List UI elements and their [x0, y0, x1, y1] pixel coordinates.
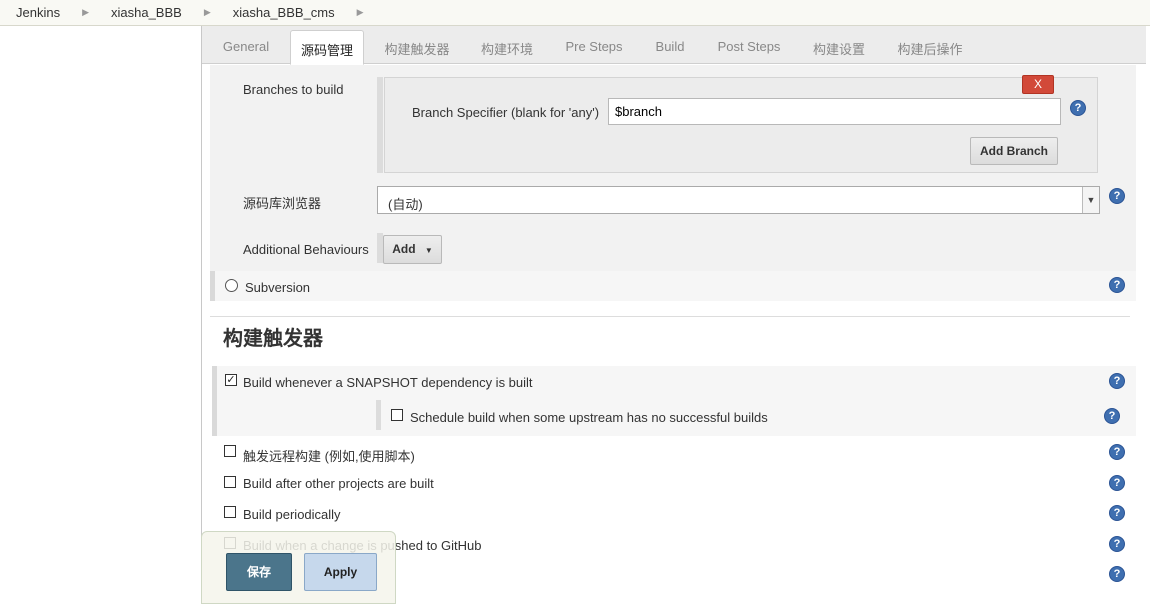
row-indicator [210, 271, 215, 301]
add-branch-button[interactable]: Add Branch [970, 137, 1058, 165]
apply-button[interactable]: Apply [304, 553, 377, 591]
tab-post-steps[interactable]: Post Steps [708, 30, 790, 64]
help-icon[interactable]: ? [1109, 505, 1125, 521]
repo-browser-value: (自动) [388, 197, 423, 212]
breadcrumb-job[interactable]: xiasha_BBB_cms [233, 5, 335, 20]
help-icon[interactable]: ? [1109, 536, 1125, 552]
divider [210, 316, 1130, 317]
bottom-sticker: 保存 Apply [201, 531, 396, 604]
periodic-label: Build periodically [243, 507, 341, 522]
subversion-row [210, 271, 1136, 301]
additional-behaviours-label: Additional Behaviours [243, 242, 369, 257]
tab-general[interactable]: General [210, 30, 282, 64]
branch-specifier-label: Branch Specifier (blank for 'any') [412, 105, 600, 120]
delete-branch-button[interactable]: X [1022, 75, 1054, 94]
tab-scm[interactable]: 源码管理 [290, 30, 364, 65]
tab-pre-steps[interactable]: Pre Steps [556, 30, 632, 64]
periodic-checkbox[interactable] [224, 506, 236, 518]
branches-label: Branches to build [243, 82, 344, 97]
save-button[interactable]: 保存 [226, 553, 292, 591]
remote-trigger-label: 触发远程构建 (例如,使用脚本) [243, 449, 415, 464]
help-icon[interactable]: ? [1109, 277, 1125, 293]
breadcrumb-jenkins[interactable]: Jenkins [16, 5, 60, 20]
tab-triggers[interactable]: 构建触发器 [374, 30, 460, 64]
tab-environment[interactable]: 构建环境 [470, 30, 544, 64]
caret-down-icon: ▼ [424, 246, 433, 255]
subversion-radio[interactable] [225, 279, 238, 292]
help-icon[interactable]: ? [1070, 100, 1086, 116]
help-icon[interactable]: ? [1109, 444, 1125, 460]
build-after-checkbox[interactable] [224, 476, 236, 488]
repo-browser-select[interactable]: (自动) ▼ [377, 186, 1100, 214]
tab-bar: General 源码管理 构建触发器 构建环境 Pre Steps Build … [202, 26, 1146, 65]
help-icon[interactable]: ? [1109, 188, 1125, 204]
snapshot-checkbox[interactable]: ✓ [225, 374, 237, 386]
tab-post-build[interactable]: 构建后操作 [886, 30, 974, 64]
remote-trigger-checkbox[interactable] [224, 445, 236, 457]
row-indicator [212, 366, 217, 436]
add-behaviour-button[interactable]: Add ▼ [383, 235, 442, 264]
branch-specifier-input[interactable] [608, 98, 1061, 125]
subversion-label: Subversion [245, 280, 311, 295]
branch-strip [377, 77, 383, 173]
build-after-label: Build after other projects are built [243, 476, 434, 491]
upstream-label: Schedule build when some upstream has no… [410, 410, 768, 425]
config-panel: General 源码管理 构建触发器 构建环境 Pre Steps Build … [201, 26, 1146, 604]
browser-label: 源码库浏览器 [243, 196, 322, 211]
upstream-checkbox[interactable] [391, 409, 403, 421]
chevron-right-icon[interactable]: ▶ [204, 7, 211, 18]
breadcrumb: Jenkins ▶ xiasha_BBB ▶ xiasha_BBB_cms ▶ [0, 0, 1150, 26]
chevron-right-icon[interactable]: ▶ [82, 7, 89, 18]
nested-strip [376, 400, 381, 430]
add-behaviour-label: Add [392, 242, 416, 256]
section-title-triggers: 构建触发器 [223, 328, 323, 350]
tab-build-settings[interactable]: 构建设置 [802, 30, 876, 64]
help-icon[interactable]: ? [1104, 408, 1120, 424]
snapshot-label: Build whenever a SNAPSHOT dependency is … [243, 375, 533, 390]
chevron-down-icon[interactable]: ▼ [1082, 187, 1099, 213]
help-icon[interactable]: ? [1109, 373, 1125, 389]
tab-build[interactable]: Build [642, 30, 698, 64]
help-icon[interactable]: ? [1109, 566, 1125, 582]
breadcrumb-project[interactable]: xiasha_BBB [111, 5, 182, 20]
chevron-right-icon[interactable]: ▶ [357, 7, 364, 18]
help-icon[interactable]: ? [1109, 475, 1125, 491]
